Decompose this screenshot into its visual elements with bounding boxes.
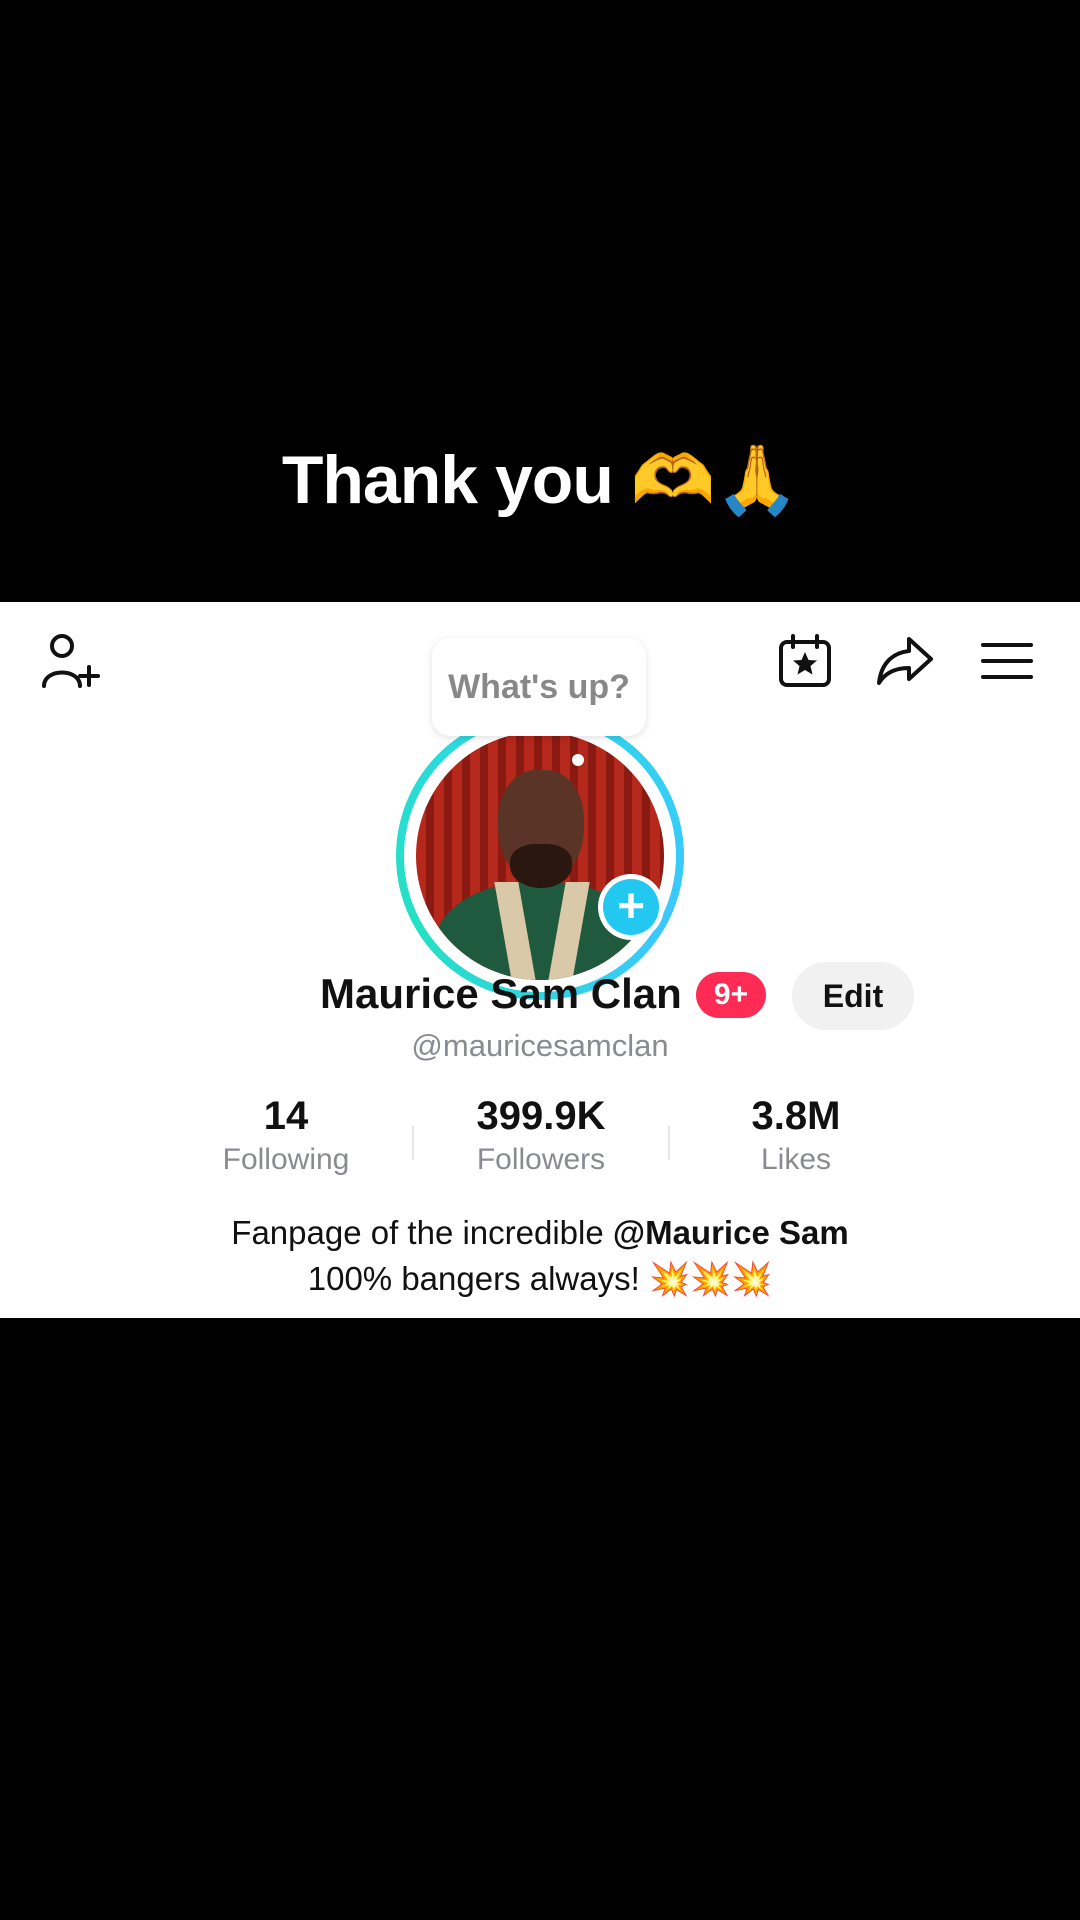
bio-line-2: 100% bangers always! 💥💥💥 bbox=[0, 1256, 1080, 1302]
share-icon bbox=[877, 637, 933, 685]
stats-row: 14 Following 399.9K Followers 3.8M Likes bbox=[0, 1094, 1080, 1194]
add-story-button[interactable]: + bbox=[598, 874, 664, 940]
stat-divider bbox=[668, 1126, 670, 1160]
stat-label: Following bbox=[222, 1143, 350, 1176]
edit-button[interactable]: Edit bbox=[792, 962, 914, 1030]
bio: Fanpage of the incredible @Maurice Sam 1… bbox=[0, 1210, 1080, 1302]
plus-icon: + bbox=[603, 879, 659, 935]
bio-emojis: 💥💥💥 bbox=[648, 1259, 773, 1298]
add-friend-icon bbox=[42, 634, 100, 688]
avatar[interactable] bbox=[396, 712, 684, 1000]
bio-mention-link[interactable]: @Maurice Sam bbox=[613, 1214, 849, 1251]
menu-icon bbox=[981, 643, 1033, 679]
share-button[interactable] bbox=[870, 626, 940, 696]
display-name: Maurice Sam Clan bbox=[320, 970, 682, 1017]
stat-label: Likes bbox=[760, 1143, 832, 1176]
status-bubble[interactable]: What's up? bbox=[432, 638, 646, 736]
calendar-star-icon bbox=[779, 634, 831, 687]
bio-line-1: Fanpage of the incredible @Maurice Sam bbox=[0, 1210, 1080, 1256]
stat-divider bbox=[412, 1126, 414, 1160]
caption-emojis: 🫶🙏 bbox=[630, 441, 799, 520]
name-row: Maurice Sam Clan 9+ Edit bbox=[0, 962, 1080, 1032]
stat-likes[interactable]: 3.8M Likes bbox=[686, 1094, 906, 1177]
profile-card: What's up? + Maurice Sam Clan 9+ Edit @m… bbox=[0, 602, 1080, 1318]
stat-value: 399.9K bbox=[476, 1094, 606, 1138]
bubble-tail bbox=[572, 754, 584, 766]
bio-text: Fanpage of the incredible bbox=[231, 1214, 613, 1251]
stat-value: 3.8M bbox=[751, 1094, 841, 1138]
caption-text: Thank you bbox=[281, 442, 614, 518]
stat-followers[interactable]: 399.9K Followers bbox=[431, 1094, 651, 1177]
username-handle: @mauricesamclan bbox=[411, 1028, 669, 1063]
status-bubble-text: What's up? bbox=[448, 667, 630, 706]
bio-text: 100% bangers always! bbox=[307, 1260, 649, 1297]
stat-label: Followers bbox=[476, 1143, 606, 1176]
add-friend-button[interactable] bbox=[36, 628, 106, 698]
calendar-button[interactable] bbox=[770, 626, 840, 696]
stat-value: 14 bbox=[263, 1094, 309, 1138]
caption: Thank you 🫶🙏 bbox=[0, 440, 1080, 520]
notification-badge[interactable]: 9+ bbox=[696, 972, 766, 1018]
stat-following[interactable]: 14 Following bbox=[176, 1094, 396, 1177]
profile-photo bbox=[416, 732, 664, 980]
menu-button[interactable] bbox=[972, 626, 1042, 696]
